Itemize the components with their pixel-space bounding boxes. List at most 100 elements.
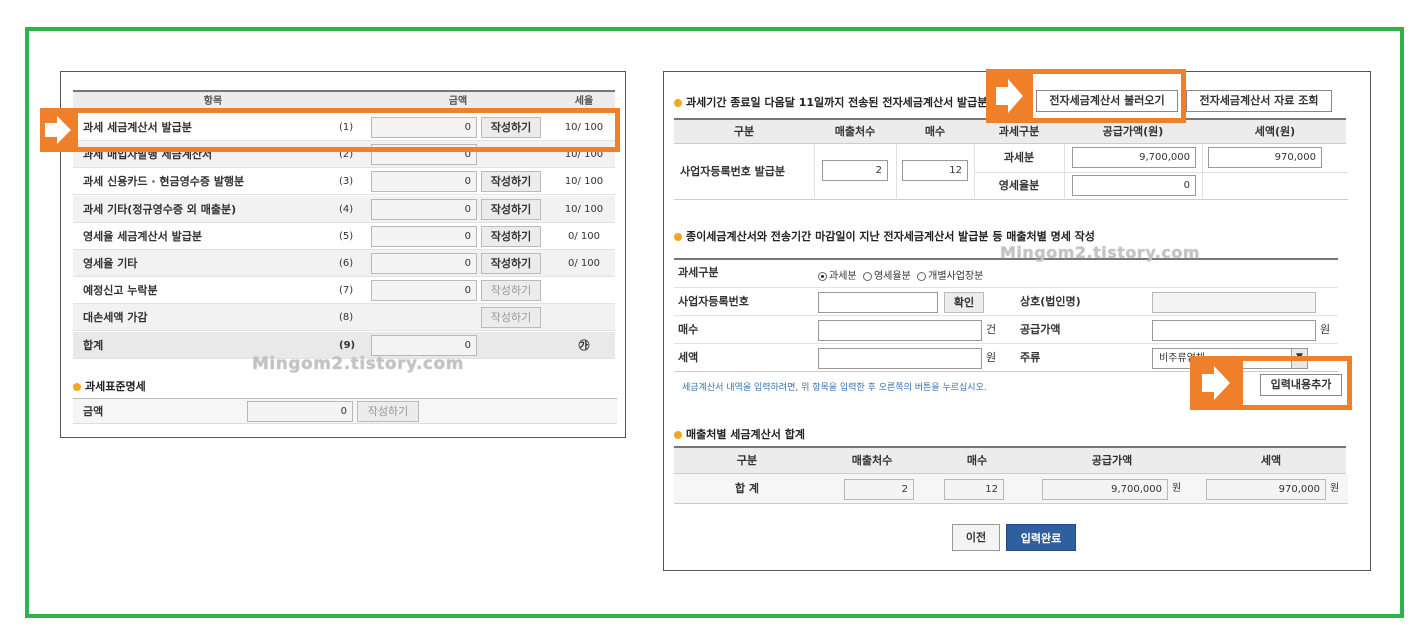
section1-header-cell: 세액(원) (1254, 125, 1296, 138)
tax-base-label: 금액 (83, 405, 104, 418)
highlight-box-load (1028, 69, 1186, 123)
table-row: 대손세액 가감 (8) 작성하기 (73, 304, 615, 332)
brn-issued-label: 사업자등록번호 발급분 (680, 165, 786, 178)
tax-rate: 10/ 100 (564, 203, 604, 215)
bullet-icon (73, 383, 81, 391)
row-label: 영세율 기타 (83, 257, 138, 270)
section3-header-cell: 매수 (966, 454, 988, 467)
section3-header: 구분 매출처수 매수 공급가액 세액 (674, 446, 1346, 474)
tax-input[interactable] (818, 348, 982, 369)
supply-input[interactable] (1152, 320, 1316, 341)
bullet-icon (674, 233, 682, 241)
section3-header-cell: 매출처수 (851, 454, 893, 467)
write-button[interactable]: 작성하기 (481, 253, 541, 274)
total-buyer-count: 2 (844, 479, 914, 500)
total-amount: 0 (371, 334, 477, 356)
amount-field[interactable]: 0 (371, 280, 477, 302)
write-button[interactable]: 작성하기 (481, 225, 541, 247)
table-row: 예정신고 누락분 (7) 0 작성하기 (73, 277, 615, 305)
row-number: (7) (339, 285, 354, 297)
table-row: 영세율 기타 (6) 0 작성하기 0/ 100 (73, 250, 615, 277)
brn-input[interactable] (818, 292, 938, 313)
amount-field[interactable]: 0 (371, 225, 477, 247)
table-row: 과세 기타(정규영수증 외 매출분) (4) 0 작성하기 10/ 100 (73, 195, 615, 223)
count-unit: 건 (986, 323, 997, 336)
row-number: (6) (339, 258, 354, 269)
zero-supply-field[interactable]: 0 (1072, 175, 1196, 196)
total-supply-unit: 원 (1172, 483, 1182, 494)
total-sheet-count: 12 (944, 479, 1004, 500)
write-button[interactable]: 작성하기 (481, 280, 541, 302)
right-panel-sales-invoice-detail: 과세기간 종료일 다음달 11일까지 전송된 전자세금계산서 발급분 전자세금계… (663, 71, 1371, 571)
confirm-button[interactable]: 확인 (944, 292, 984, 313)
highlight-box-add (1238, 356, 1352, 410)
highlight-arrow-add-bg (1190, 356, 1242, 410)
brn-label: 사업자등록번호 (678, 295, 749, 308)
highlight-box-left (72, 108, 620, 152)
tax-type-label: 과세구분 (678, 266, 719, 279)
tax-unit: 원 (986, 351, 997, 364)
tax-base-row: 금액 0 작성하기 (73, 398, 617, 424)
radio-taxable[interactable] (818, 271, 827, 281)
section3-total-row: 합 계 2 12 9,700,000 원 970,000 원 (674, 474, 1348, 504)
row-label: 영세율 세금계산서 발급분 (83, 229, 202, 243)
section1-header-cell: 공급가액(원) (1102, 125, 1164, 138)
row-number: (5) (339, 230, 354, 242)
taxable-label: 과세분 (1003, 151, 1035, 164)
write-button[interactable]: 작성하기 (481, 307, 541, 329)
arrow-right-icon (1202, 366, 1230, 400)
prev-button[interactable]: 이전 (952, 524, 1000, 551)
kind-label: 주류 (1020, 351, 1041, 364)
section3-header-cell: 공급가액 (1091, 454, 1133, 467)
section1-title: 과세기간 종료일 다음달 11일까지 전송된 전자세금계산서 발급분 (674, 94, 987, 110)
write-button[interactable]: 작성하기 (481, 171, 541, 193)
row-number: (3) (339, 176, 354, 188)
section3-header-cell: 구분 (736, 454, 758, 467)
section1-header-cell: 매출처수 (834, 125, 876, 138)
finish-input-button[interactable]: 입력완료 (1006, 524, 1076, 551)
count-label: 매수 (678, 323, 699, 336)
taxable-tax-field[interactable]: 970,000 (1208, 147, 1322, 168)
section2-form: 과세구분 과세분 영세율분 개별사업장분 사업자등록번호 확인 상호(법인명) … (674, 258, 1338, 372)
amount-field[interactable]: 0 (371, 171, 477, 193)
sheet-count-field[interactable]: 12 (902, 160, 968, 181)
tax-rate: 10/ 100 (564, 176, 604, 188)
arrow-right-icon (996, 79, 1023, 113)
section1-header-cell: 구분 (733, 125, 755, 138)
supply-unit: 원 (1320, 323, 1331, 336)
tax-base-amount[interactable]: 0 (247, 401, 353, 422)
taxable-supply-field[interactable]: 9,700,000 (1072, 147, 1196, 168)
total-mark: ㉮ (578, 338, 590, 352)
tax-rate: 0/ 100 (568, 258, 600, 269)
buyer-count-field[interactable]: 2 (822, 160, 888, 181)
table-row: 과세 신용카드 · 현금영수증 발행분 (3) 0 작성하기 10/ 100 (73, 168, 615, 196)
watermark-text: Mingom2.tistory.com (1000, 243, 1200, 262)
row-number: (4) (339, 203, 354, 215)
amount-field[interactable]: 0 (371, 253, 477, 274)
count-input[interactable] (818, 320, 982, 341)
tax-base-title: 과세표준명세 (73, 378, 146, 394)
total-tax: 970,000 (1206, 479, 1326, 500)
radio-zero-rate[interactable] (862, 271, 872, 281)
input-note: 세금계산서 내역을 입력하려면, 위 항목을 입력한 후 오른쪽의 버튼을 누르… (682, 383, 987, 393)
company-field (1152, 292, 1316, 313)
row-label: 예정신고 누락분 (83, 284, 158, 298)
query-e-invoice-button[interactable]: 전자세금계산서 자료 조회 (1186, 90, 1332, 112)
row-label: 과세 기타(정규영수증 외 매출분) (83, 202, 237, 216)
highlight-arrow-left-bg (40, 108, 78, 152)
table-row: 영세율 세금계산서 발급분 (5) 0 작성하기 0/ 100 (73, 223, 615, 250)
total-tax-unit: 원 (1330, 483, 1340, 494)
tax-base-write-button[interactable]: 작성하기 (357, 401, 419, 422)
amount-field[interactable]: 0 (371, 198, 477, 220)
total-label: 합계 (83, 338, 104, 352)
section3-header-cell: 세액 (1260, 454, 1282, 467)
tax-label: 세액 (678, 351, 699, 364)
section1-header-cell: 매수 (924, 125, 946, 138)
section1-header-cell: 과세구분 (998, 125, 1040, 138)
supply-label: 공급가액 (1020, 323, 1061, 336)
company-label: 상호(법인명) (1020, 295, 1081, 308)
write-button[interactable]: 작성하기 (481, 198, 541, 220)
total-supply: 9,700,000 (1042, 479, 1168, 500)
row-label: 대손세액 가감 (83, 311, 148, 325)
radio-individual[interactable] (917, 271, 927, 281)
